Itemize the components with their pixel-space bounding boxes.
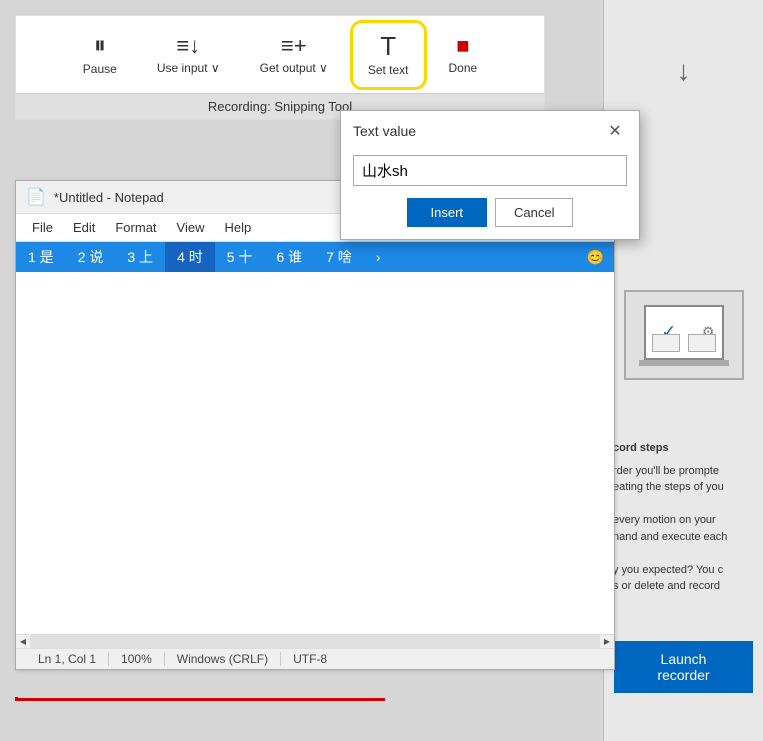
use-input-label: Use input ∨: [157, 61, 220, 75]
menu-help[interactable]: Help: [216, 218, 259, 237]
pause-icon: ⏸: [94, 34, 106, 58]
notepad-window: 📄 *Untitled - Notepad File Edit Format V…: [15, 180, 615, 670]
menu-format[interactable]: Format: [107, 218, 164, 237]
dialog-title: Text value: [353, 123, 416, 139]
set-text-icon: T: [380, 33, 396, 59]
statusbar-position: Ln 1, Col 1: [26, 652, 109, 666]
text-value-dialog: Text value ✕ Insert Cancel: [340, 110, 640, 240]
ime-item-4[interactable]: 4 时: [165, 242, 215, 272]
ime-item-6[interactable]: 6 谁: [264, 242, 314, 272]
get-output-label: Get output ∨: [260, 61, 328, 75]
statusbar-line-ending: Windows (CRLF): [165, 652, 281, 666]
dialog-title-bar: Text value ✕: [341, 111, 639, 151]
hscroll-track[interactable]: [30, 635, 600, 649]
notepad-text-area[interactable]: [16, 272, 614, 634]
dialog-body: Insert Cancel: [341, 151, 639, 239]
insert-button[interactable]: Insert: [407, 198, 488, 227]
use-input-button[interactable]: ≡↓ Use input ∨: [147, 30, 230, 80]
notepad-title: *Untitled - Notepad: [54, 190, 164, 205]
statusbar-zoom: 100%: [109, 652, 165, 666]
done-icon: ■: [456, 35, 469, 57]
dialog-close-button[interactable]: ✕: [603, 119, 627, 143]
pause-button[interactable]: ⏸ Pause: [73, 29, 127, 81]
ime-item-1[interactable]: 1 是: [16, 242, 66, 272]
ime-item-2[interactable]: 2 说: [66, 242, 116, 272]
launch-recorder-button[interactable]: Launch recorder: [614, 641, 753, 693]
done-label: Done: [449, 61, 478, 75]
pause-label: Pause: [83, 62, 117, 76]
menu-file[interactable]: File: [24, 218, 61, 237]
ime-suggestion-bar[interactable]: 1 是 2 说 3 上 4 时 5 十 6 谁 7 啥 › 😊: [16, 242, 614, 272]
steps-text-5: y you expected? You c: [613, 562, 753, 579]
hscroll-right-button[interactable]: ▶: [600, 635, 614, 649]
ime-more-icon[interactable]: ›: [364, 244, 393, 270]
menu-view[interactable]: View: [169, 218, 213, 237]
notepad-statusbar: Ln 1, Col 1 100% Windows (CRLF) UTF-8: [16, 648, 614, 669]
cancel-button[interactable]: Cancel: [495, 198, 573, 227]
arrow-down-icon: ↓: [677, 55, 691, 87]
notepad-icon: 📄: [26, 187, 46, 207]
device-illustration: ✓ ⚙: [614, 265, 754, 405]
dialog-buttons: Insert Cancel: [353, 198, 627, 227]
ime-item-3[interactable]: 3 上: [115, 242, 165, 272]
ime-item-5[interactable]: 5 十: [215, 242, 265, 272]
steps-text-4: hand and execute each: [613, 529, 753, 546]
get-output-button[interactable]: ≡+ Get output ∨: [250, 30, 338, 80]
set-text-label: Set text: [368, 63, 409, 77]
steps-text-1: rder you'll be prompte: [613, 463, 753, 480]
set-text-button[interactable]: T Set text: [358, 28, 419, 82]
steps-content: cord steps rder you'll be prompte eating…: [603, 430, 763, 605]
red-border-highlight: [15, 697, 385, 701]
steps-text-3: every motion on your: [613, 512, 753, 529]
hscroll-left-button[interactable]: ◀: [16, 635, 30, 649]
steps-text-6: s or delete and record: [613, 578, 753, 595]
toolbar: ⏸ Pause ≡↓ Use input ∨ ≡+ Get output ∨ T…: [15, 15, 545, 120]
get-output-icon: ≡+: [281, 35, 307, 57]
ime-emoji-icon[interactable]: 😊: [577, 244, 614, 271]
done-button[interactable]: ■ Done: [439, 30, 488, 80]
notepad-hscrollbar[interactable]: ◀ ▶: [16, 634, 614, 648]
menu-edit[interactable]: Edit: [65, 218, 103, 237]
steps-title: cord steps: [613, 440, 753, 457]
steps-text-2: eating the steps of you: [613, 479, 753, 496]
text-value-input[interactable]: [353, 155, 627, 186]
statusbar-encoding: UTF-8: [281, 652, 339, 666]
use-input-icon: ≡↓: [176, 35, 200, 57]
ime-item-7[interactable]: 7 啥: [314, 242, 364, 272]
